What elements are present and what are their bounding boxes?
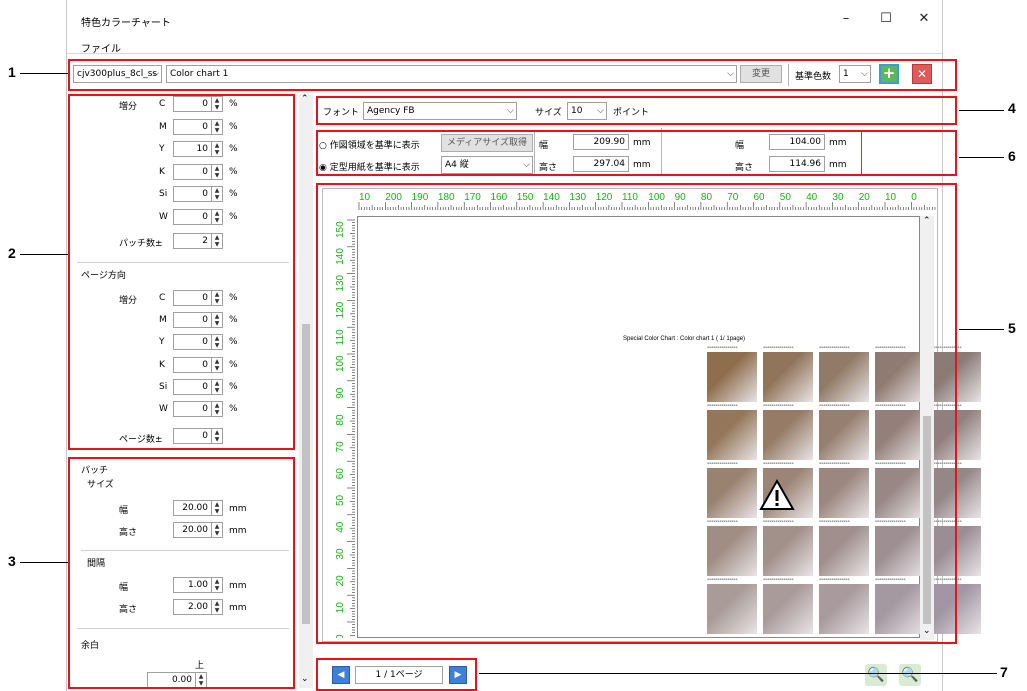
callout-3: 3 bbox=[8, 553, 16, 569]
highlight-box-2 bbox=[68, 94, 295, 450]
highlight-box-6 bbox=[316, 130, 957, 176]
callout-line-1 bbox=[20, 73, 68, 74]
callout-line-5 bbox=[959, 329, 1004, 330]
zoom-in-button[interactable]: 🔍 bbox=[865, 664, 887, 686]
callout-5: 5 bbox=[1008, 320, 1016, 336]
scroll-up-icon: ⌃ bbox=[301, 94, 309, 104]
highlight-box-7 bbox=[316, 658, 477, 691]
callout-2: 2 bbox=[8, 245, 16, 261]
maximize-button[interactable]: ☐ bbox=[871, 8, 901, 30]
left-panel-scrollbar[interactable]: ⌃ ⌄ bbox=[299, 94, 313, 688]
highlight-box-1 bbox=[68, 59, 957, 91]
callout-4: 4 bbox=[1008, 100, 1016, 116]
highlight-box-3 bbox=[68, 457, 295, 689]
callout-line-6 bbox=[959, 157, 1004, 158]
zoom-out-icon: 🔍 bbox=[901, 667, 919, 683]
left-scroll-thumb[interactable] bbox=[302, 324, 310, 624]
close-button[interactable]: ✕ bbox=[909, 8, 939, 30]
callout-line-4 bbox=[959, 110, 1004, 111]
window-title: 特色カラーチャート bbox=[81, 18, 171, 29]
callout-6: 6 bbox=[1008, 148, 1016, 164]
zoom-in-icon: 🔍 bbox=[867, 667, 885, 683]
highlight-box-5 bbox=[316, 183, 957, 644]
scroll-down-icon: ⌄ bbox=[301, 674, 309, 684]
callout-line-2 bbox=[20, 254, 68, 255]
minimize-button[interactable]: – bbox=[831, 8, 861, 30]
highlight-box-4 bbox=[316, 96, 957, 125]
zoom-out-button[interactable]: 🔍 bbox=[899, 664, 921, 686]
callout-1: 1 bbox=[8, 64, 16, 80]
callout-line-3 bbox=[20, 562, 68, 563]
callout-line-7 bbox=[479, 673, 997, 674]
callout-7: 7 bbox=[1000, 664, 1008, 680]
menu-divider bbox=[67, 53, 942, 54]
